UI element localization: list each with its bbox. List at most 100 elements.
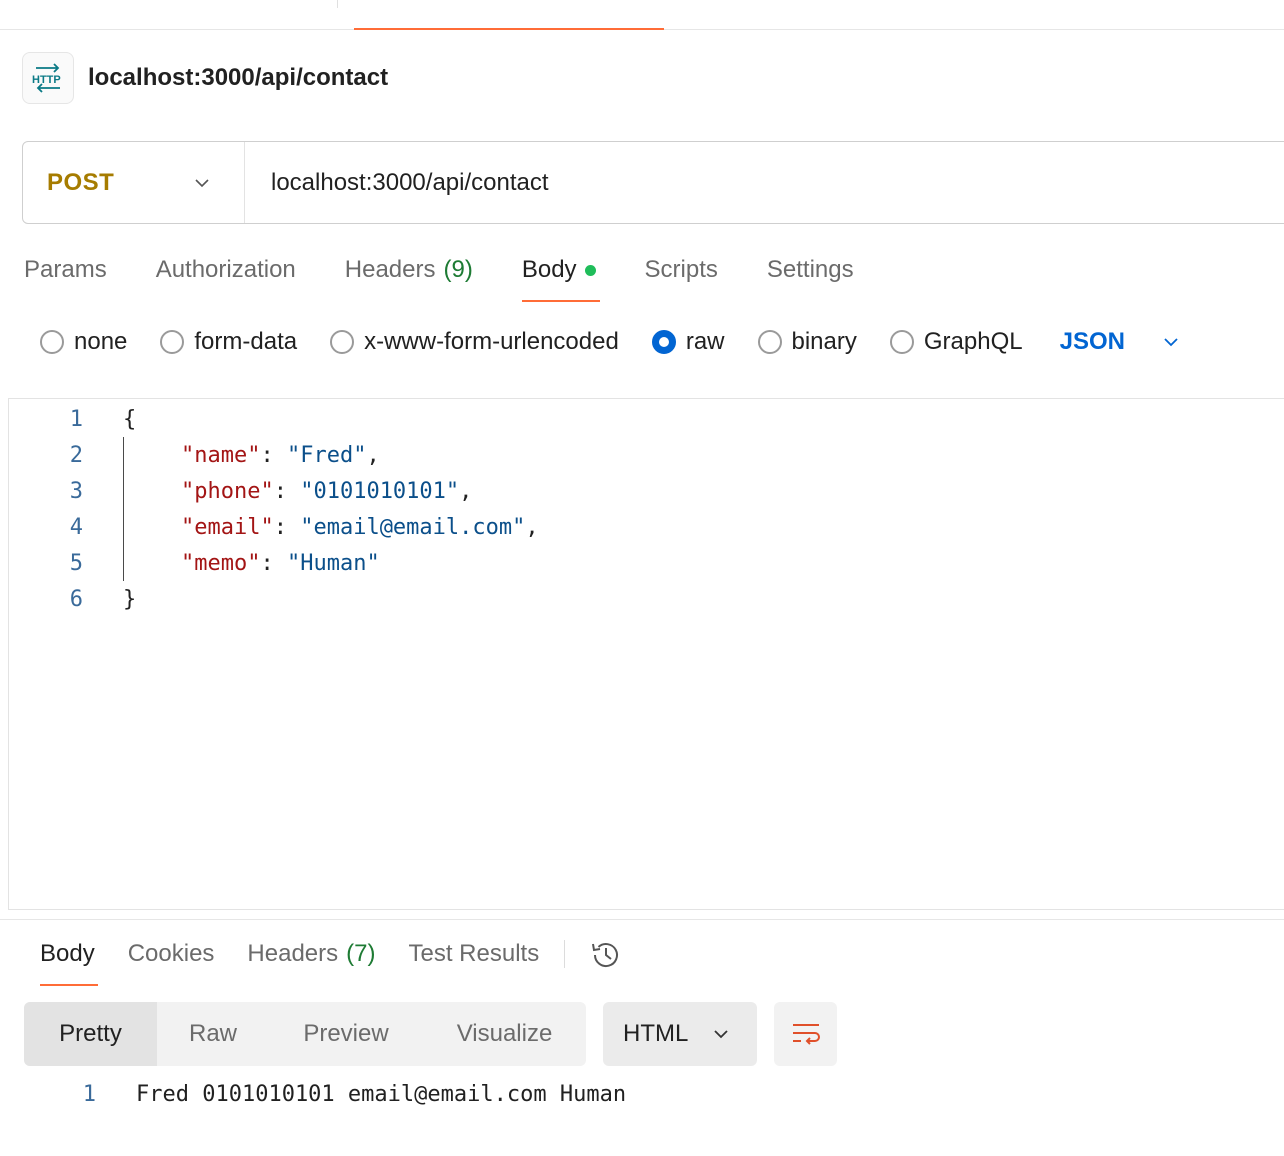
body-editor[interactable]: 1 { 2 "name": "Fred", 3 "phone": "010101… [8, 398, 1284, 910]
json-value: "Fred" [286, 442, 367, 468]
json-key: "email" [181, 514, 274, 540]
http-icon: HTTP [22, 52, 74, 104]
tab-count: (9) [443, 256, 473, 283]
tab-separator [564, 940, 566, 968]
line-number: 5 [69, 550, 83, 576]
view-mode-preview[interactable]: Preview [269, 1002, 423, 1066]
tab-label: Headers [344, 256, 436, 283]
radio-label: GraphQL [923, 328, 1023, 355]
code-line: 1 { [9, 401, 137, 437]
json-key: "phone" [181, 478, 274, 504]
code-line: 3 "phone": "0101010101", [9, 473, 473, 509]
line-number: 2 [69, 442, 83, 468]
tab-divider [337, 0, 338, 8]
body-type-urlencoded[interactable]: x-www-form-urlencoded [330, 328, 619, 356]
radio-icon [330, 330, 355, 354]
code-text: } [123, 586, 137, 612]
view-mode-raw[interactable]: Raw [157, 1002, 269, 1066]
body-type-form-data[interactable]: form-data [160, 328, 297, 356]
modified-dot-icon [584, 265, 596, 276]
radio-label: x-www-form-urlencoded [364, 328, 619, 355]
radio-label: binary [791, 328, 857, 355]
code-text: "memo": "Human" [181, 551, 380, 576]
tab-body[interactable]: Body [521, 248, 600, 302]
tab-scripts[interactable]: Scripts [645, 248, 718, 302]
indent-guide [123, 437, 124, 581]
json-comma: , [459, 478, 473, 504]
tab-label: Test Results [408, 940, 540, 967]
chevron-down-icon [714, 1030, 728, 1039]
tab-label: Cookies [127, 940, 215, 967]
code-text: "phone": "0101010101", [181, 479, 472, 504]
wrap-lines-icon [792, 1024, 820, 1045]
body-type-raw[interactable]: raw [651, 328, 725, 356]
response-divider [0, 919, 1284, 920]
view-mode-visualize[interactable]: Visualize [423, 1002, 586, 1066]
active-tab-indicator[interactable] [354, 28, 664, 30]
line-number: 3 [69, 478, 83, 504]
line-number: 6 [69, 586, 83, 612]
json-colon: : [260, 442, 274, 468]
radio-icon [40, 330, 64, 354]
body-type-binary[interactable]: binary [757, 328, 857, 356]
line-number: 1 [69, 406, 83, 432]
tab-label: Authorization [155, 256, 296, 283]
tab-strip [0, 0, 1284, 30]
chevron-down-icon [1164, 338, 1178, 347]
format-label: HTML [623, 1020, 689, 1047]
radio-label: none [74, 328, 128, 355]
body-type-selector: none form-data x-www-form-urlencoded raw… [40, 322, 1181, 362]
language-label: JSON [1059, 328, 1125, 355]
response-tab-test-results[interactable]: Test Results [408, 932, 539, 986]
tab-label: Settings [766, 256, 854, 283]
response-tab-cookies[interactable]: Cookies [128, 932, 215, 986]
language-select[interactable]: JSON [1060, 328, 1181, 356]
tab-label: Body [40, 940, 95, 967]
json-value: "Human" [286, 550, 380, 576]
code-line: 2 "name": "Fred", [9, 437, 380, 473]
json-value: "0101010101" [300, 478, 460, 504]
json-comma: , [525, 514, 539, 540]
json-comma: , [366, 442, 380, 468]
radio-checked-icon [651, 330, 676, 354]
request-title[interactable]: localhost:3000/api/contact [88, 64, 388, 92]
body-type-none[interactable]: none [40, 328, 127, 356]
response-format-select[interactable]: HTML [603, 1002, 757, 1066]
json-colon: : [273, 478, 287, 504]
json-colon: : [273, 514, 287, 540]
radio-icon [757, 330, 782, 354]
json-value: "email@email.com" [300, 514, 526, 540]
response-tabs: Body Cookies Headers (7) Test Results [40, 932, 623, 986]
radio-icon [889, 330, 914, 354]
tab-params[interactable]: Params [24, 248, 107, 302]
url-input[interactable]: localhost:3000/api/contact [271, 169, 549, 197]
code-text: { [123, 406, 137, 432]
view-mode-pretty[interactable]: Pretty [24, 1002, 157, 1066]
chevron-down-icon [195, 178, 209, 187]
line-number: 4 [69, 514, 83, 540]
tab-label: Body [521, 256, 577, 283]
code-line: 4 "email": "email@email.com", [9, 509, 539, 545]
tab-settings[interactable]: Settings [767, 248, 854, 302]
radio-label: raw [685, 328, 725, 355]
response-tab-body[interactable]: Body [40, 932, 98, 986]
tab-authorization[interactable]: Authorization [156, 248, 296, 302]
radio-label: form-data [194, 328, 298, 355]
body-type-graphql[interactable]: GraphQL [889, 328, 1023, 356]
code-line: 5 "memo": "Human" [9, 545, 380, 581]
response-tab-headers[interactable]: Headers (7) [247, 932, 375, 986]
tab-label: Headers [247, 940, 339, 967]
response-text: Fred 0101010101 email@email.com Human [136, 1081, 627, 1107]
tab-label: Params [24, 256, 107, 283]
method-label: POST [47, 168, 115, 196]
response-line: 1 Fred 0101010101 email@email.com Human [0, 1076, 626, 1112]
line-number: 1 [82, 1081, 96, 1107]
history-icon[interactable] [589, 938, 623, 972]
json-colon: : [260, 550, 274, 576]
tab-headers[interactable]: Headers (9) [345, 248, 473, 302]
wrap-lines-button[interactable] [774, 1002, 837, 1066]
code-text: "name": "Fred", [181, 443, 380, 468]
request-header: HTTP localhost:3000/api/contact [22, 52, 388, 104]
svg-text:HTTP: HTTP [32, 74, 61, 86]
method-select[interactable]: POST [23, 142, 245, 223]
